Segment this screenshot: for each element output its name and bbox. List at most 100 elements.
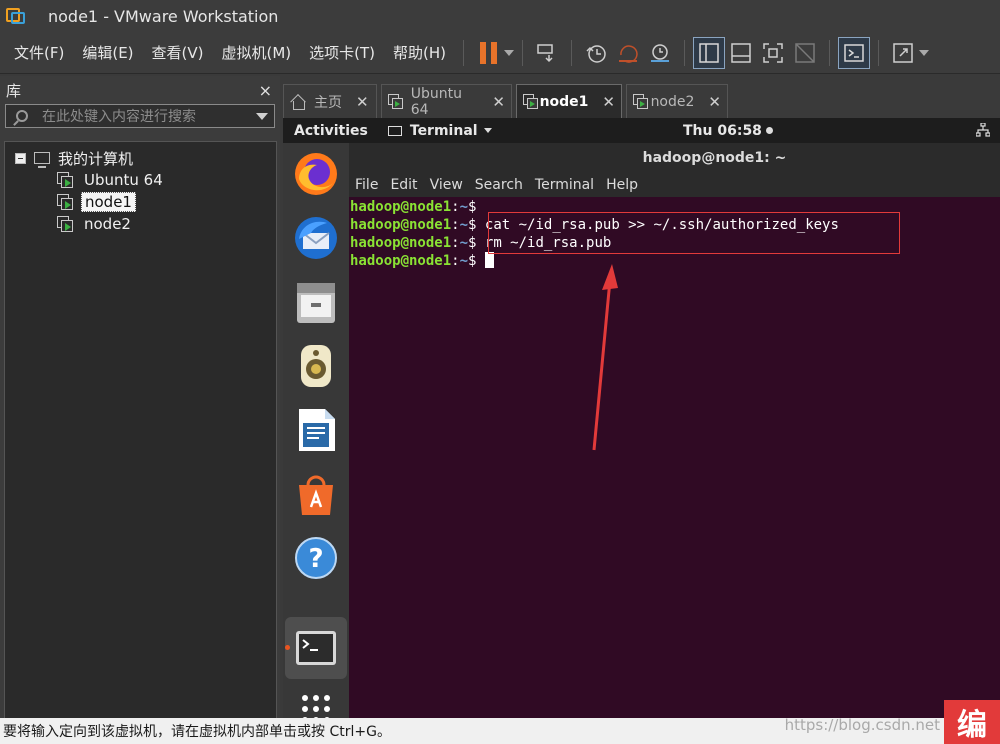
pause-dropdown-icon[interactable] — [504, 49, 515, 56]
menu-file[interactable]: 文件(F) — [0, 42, 73, 63]
menu-bar: 文件(F) 编辑(E) 查看(V) 虚拟机(M) 选项卡(T) 帮助(H) — [0, 32, 1000, 74]
tab-close-icon[interactable]: ✕ — [356, 93, 369, 111]
tab-node2[interactable]: node2 ✕ — [626, 84, 728, 118]
tree-item-label: node2 — [84, 215, 131, 233]
show-apps-icon[interactable] — [293, 686, 339, 718]
writer-icon[interactable] — [293, 407, 339, 453]
unity-icon — [795, 42, 815, 63]
app-menu-button[interactable]: Terminal — [387, 123, 492, 139]
tab-ubuntu64[interactable]: Ubuntu 64 ✕ — [381, 84, 512, 118]
menu-help[interactable]: 帮助(H) — [384, 42, 455, 63]
terminal-title: hadoop@node1: ~ — [349, 143, 1000, 173]
send-keys-button[interactable] — [531, 37, 563, 69]
fullscreen-button[interactable] — [757, 37, 789, 69]
tab-node1[interactable]: node1 ✕ — [516, 84, 622, 118]
terminal-body[interactable]: hadoop@node1:~$ hadoop@node1:~$ cat ~/id… — [349, 198, 1000, 718]
stretch-button[interactable] — [887, 37, 919, 69]
tree-item-label: node1 — [81, 192, 136, 212]
thunderbird-icon[interactable] — [293, 215, 339, 261]
annotation-arrow-icon — [592, 264, 618, 451]
terminal-line: hadoop@node1:~$ — [350, 252, 494, 270]
tab-close-icon[interactable]: ✕ — [708, 93, 721, 111]
tab-home[interactable]: 主页 ✕ — [283, 84, 377, 118]
menu-vm[interactable]: 虚拟机(M) — [213, 42, 301, 63]
unity-button[interactable] — [789, 37, 821, 69]
tab-close-icon[interactable]: ✕ — [492, 93, 505, 111]
vm-icon — [57, 194, 75, 210]
menu-view[interactable]: 查看(V) — [143, 42, 213, 63]
toolbar-separator — [571, 39, 573, 66]
tree-item-node1[interactable]: node1 — [57, 191, 136, 213]
collapse-icon[interactable] — [15, 152, 26, 164]
vm-icon — [633, 93, 648, 110]
notification-dot-icon — [765, 127, 773, 134]
stretch-dropdown-icon[interactable] — [919, 49, 930, 56]
help-icon[interactable]: ? — [293, 535, 339, 581]
activities-button[interactable]: Activities — [294, 123, 368, 139]
toolbar-separator — [878, 39, 880, 66]
search-placeholder: 在此处键入内容进行搜索 — [42, 109, 196, 125]
library-tree: 我的计算机 Ubuntu 64 node1 node2 — [4, 141, 277, 719]
console-view-button[interactable] — [838, 36, 871, 69]
terminal-menu-file[interactable]: File — [355, 177, 378, 193]
watermark-text: https://blog.csdn.net — [784, 716, 940, 734]
tab-bar: 主页 ✕ Ubuntu 64 ✕ node1 ✕ node2 ✕ — [283, 82, 1000, 118]
firefox-icon[interactable] — [293, 151, 339, 197]
terminal-icon[interactable] — [293, 625, 339, 671]
terminal-line: hadoop@node1:~$ — [350, 199, 477, 215]
annotation-highlight-box — [488, 212, 900, 254]
vm-icon — [388, 93, 403, 110]
tree-item-node2[interactable]: node2 — [57, 213, 134, 235]
revert-snapshot-icon — [619, 44, 638, 63]
software-icon[interactable] — [293, 471, 339, 517]
vm-icon — [523, 93, 538, 110]
tab-close-icon[interactable]: ✕ — [602, 93, 615, 111]
sidebar-toggle-icon — [699, 42, 719, 63]
svg-text:?: ? — [308, 544, 323, 574]
snapshot-manager-button[interactable] — [644, 37, 676, 69]
snapshot-icon — [586, 44, 606, 63]
sidebar-toggle-button[interactable] — [693, 36, 726, 69]
menu-tabs[interactable]: 选项卡(T) — [300, 42, 384, 63]
tree-root-my-computer[interactable]: 我的计算机 — [15, 147, 133, 169]
terminal-menu-edit[interactable]: Edit — [390, 177, 417, 193]
ubuntu-dock: ? — [283, 143, 349, 718]
tree-item-ubuntu64[interactable]: Ubuntu 64 — [57, 169, 166, 191]
library-header: 库 × — [0, 76, 280, 104]
thumbnail-icon — [731, 42, 751, 63]
files-icon[interactable] — [293, 279, 339, 325]
terminal-menu-terminal[interactable]: Terminal — [535, 177, 594, 193]
terminal-menu-help[interactable]: Help — [606, 177, 638, 193]
library-close-icon[interactable]: × — [259, 81, 272, 100]
send-keys-icon — [537, 43, 553, 62]
tab-label: node2 — [650, 93, 695, 110]
toolbar-separator — [522, 39, 524, 66]
clock[interactable]: Thu 06:58 — [683, 123, 773, 139]
menu-edit[interactable]: 编辑(E) — [73, 42, 142, 63]
tab-label: 主页 — [314, 94, 342, 111]
search-dropdown-icon[interactable] — [256, 113, 268, 120]
chevron-down-icon — [483, 128, 492, 133]
console-view-icon — [844, 43, 864, 62]
tree-root-label: 我的计算机 — [58, 149, 134, 168]
pause-button[interactable] — [472, 37, 504, 69]
title-bar: node1 - VMware Workstation — [0, 0, 1000, 32]
terminal-menu-bar: File Edit View Search Terminal Help — [349, 173, 1000, 197]
toolbar-separator — [829, 39, 831, 66]
vm-console[interactable]: Activities Terminal Thu 06:58 ? hadoop@n… — [283, 118, 1000, 718]
revert-snapshot-button[interactable] — [612, 37, 644, 69]
status-text: 要将输入定向到该虚拟机，请在虚拟机内部单击或按 Ctrl+G。 — [3, 724, 391, 740]
thumbnail-button[interactable] — [725, 37, 757, 69]
pause-icon — [479, 41, 497, 64]
network-icon[interactable] — [976, 123, 990, 137]
clock-label: Thu 06:58 — [683, 122, 762, 139]
snapshot-button[interactable] — [580, 37, 612, 69]
tree-item-label: Ubuntu 64 — [84, 171, 163, 189]
rhythmbox-icon[interactable] — [293, 343, 339, 389]
library-search-input[interactable]: 在此处键入内容进行搜索 — [5, 104, 275, 128]
watermark-logo: 编 — [944, 700, 1000, 744]
terminal-menu-view[interactable]: View — [430, 177, 463, 193]
terminal-menu-search[interactable]: Search — [475, 177, 523, 193]
vm-icon — [57, 172, 75, 188]
home-icon — [290, 95, 306, 110]
